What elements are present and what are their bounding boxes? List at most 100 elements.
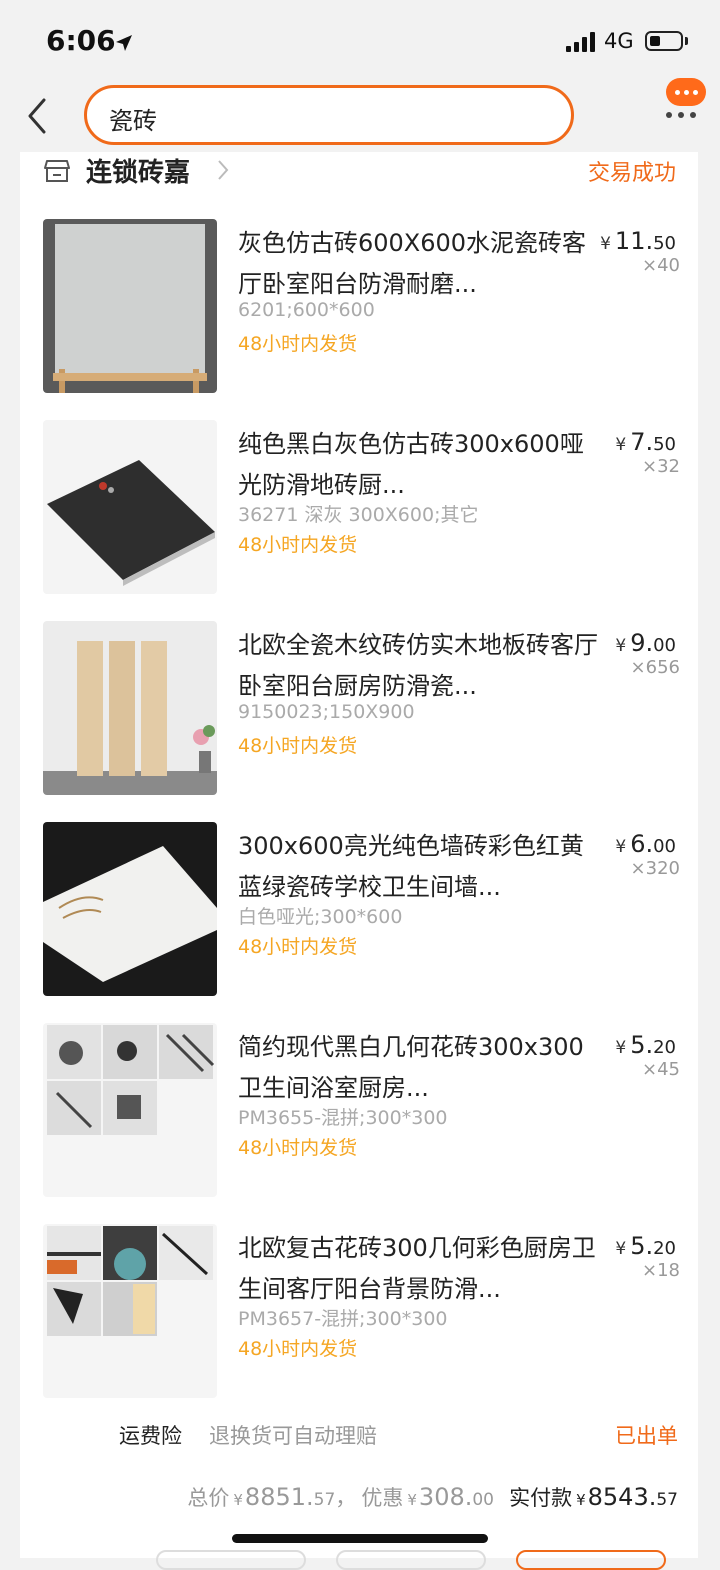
item-price: ¥7.50 xyxy=(615,428,676,456)
currency-symbol: ¥ xyxy=(615,435,627,455)
paid-integer: 8543. xyxy=(587,1483,657,1511)
product-image-geometric-tile[interactable] xyxy=(43,1023,217,1197)
item-quantity: ×40 xyxy=(642,255,680,276)
total-currency: ¥ xyxy=(233,1491,243,1509)
discount-integer: 308. xyxy=(418,1483,473,1511)
product-image-gray-tile[interactable] xyxy=(43,219,217,393)
item-shipping: 48小时内发货 xyxy=(238,1137,358,1159)
insurance-label: 运费险 xyxy=(119,1424,182,1448)
item-title[interactable]: 简约现代黑白几何花砖300x300卫生间浴室厨房... xyxy=(238,1027,598,1109)
price-integer: 9. xyxy=(630,629,654,657)
search-input[interactable]: 瓷砖 xyxy=(84,85,574,145)
message-bubble-icon[interactable] xyxy=(666,78,706,106)
item-price: ¥6.00 xyxy=(615,830,676,858)
product-image-color-pattern-tile[interactable] xyxy=(43,1224,217,1398)
chevron-right-icon xyxy=(218,160,229,180)
item-sku: 9150023;150X900 xyxy=(238,701,415,723)
order-totals: 总价 ¥8851.57， 优惠 ¥308.00 实付款 ¥8543.57 xyxy=(187,1482,678,1512)
item-shipping: 48小时内发货 xyxy=(238,936,358,958)
item-quantity: ×656 xyxy=(630,657,680,678)
item-title[interactable]: 纯色黑白灰色仿古砖300x600哑光防滑地砖厨... xyxy=(238,424,598,506)
discount-currency: ¥ xyxy=(407,1491,417,1509)
status-bar: 6:06 4G xyxy=(0,0,720,80)
total-label: 总价 xyxy=(187,1486,230,1510)
paid-currency: ¥ xyxy=(576,1491,586,1509)
paid-decimal: 57 xyxy=(656,1490,678,1510)
item-shipping: 48小时内发货 xyxy=(238,735,358,757)
item-title[interactable]: 300x600亮光纯色墙砖彩色红黄蓝绿瓷砖学校卫生间墙... xyxy=(238,826,598,908)
status-time: 6:06 xyxy=(46,24,116,57)
price-integer: 6. xyxy=(630,830,654,858)
more-icon[interactable] xyxy=(666,112,698,120)
item-price: ¥9.00 xyxy=(615,629,676,657)
currency-symbol: ¥ xyxy=(615,837,627,857)
shop-icon xyxy=(44,160,70,182)
home-indicator xyxy=(232,1534,488,1543)
order-card: 连锁砖嘉 交易成功 灰色仿古砖600X600水泥瓷砖客厅卧室阳台防滑耐磨... … xyxy=(20,152,698,1558)
price-integer: 5. xyxy=(630,1232,654,1260)
item-quantity: ×320 xyxy=(630,858,680,879)
item-quantity: ×45 xyxy=(642,1059,680,1080)
total-decimal: 57 xyxy=(313,1490,336,1510)
paid-label: 实付款 xyxy=(509,1486,573,1510)
battery-icon xyxy=(645,31,683,51)
price-decimal: 50 xyxy=(653,233,676,254)
item-title[interactable]: 北欧复古花砖300几何彩色厨房卫生间客厅阳台背景防滑... xyxy=(238,1228,598,1310)
price-integer: 5. xyxy=(630,1031,654,1059)
product-image-wood-tile[interactable] xyxy=(43,621,217,795)
currency-symbol: ¥ xyxy=(600,234,611,254)
totals-separator: ， xyxy=(335,1486,357,1510)
product-image-dark-tile[interactable] xyxy=(43,420,217,594)
insurance-desc: 退换货可自动理赔 xyxy=(209,1424,377,1448)
item-price: ¥5.20 xyxy=(615,1031,676,1059)
item-title[interactable]: 灰色仿古砖600X600水泥瓷砖客厅卧室阳台防滑耐磨... xyxy=(238,223,598,305)
discount-label: 优惠 xyxy=(361,1486,404,1510)
currency-symbol: ¥ xyxy=(615,1239,627,1259)
currency-symbol: ¥ xyxy=(615,636,627,656)
price-decimal: 50 xyxy=(653,434,676,455)
item-sku: PM3657-混拼;300*300 xyxy=(238,1308,448,1330)
order-item[interactable]: 灰色仿古砖600X600水泥瓷砖客厅卧室阳台防滑耐磨... 6201;600*6… xyxy=(20,219,698,419)
item-quantity: ×18 xyxy=(642,1260,680,1281)
order-item[interactable]: 北欧复古花砖300几何彩色厨房卫生间客厅阳台背景防滑... PM3657-混拼;… xyxy=(20,1224,698,1424)
item-quantity: ×32 xyxy=(642,456,680,477)
price-integer: 11. xyxy=(614,227,654,255)
search-query: 瓷砖 xyxy=(109,107,157,135)
item-sku: 6201;600*600 xyxy=(238,299,375,321)
item-sku: PM3655-混拼;300*300 xyxy=(238,1107,448,1129)
item-shipping: 48小时内发货 xyxy=(238,534,358,556)
price-decimal: 00 xyxy=(653,635,676,656)
price-decimal: 00 xyxy=(653,836,676,857)
back-chevron-icon[interactable] xyxy=(22,96,52,136)
order-item[interactable]: 纯色黑白灰色仿古砖300x600哑光防滑地砖厨... 36271 深灰 300X… xyxy=(20,420,698,620)
item-price: ¥5.20 xyxy=(615,1232,676,1260)
action-button-primary[interactable] xyxy=(516,1550,666,1570)
currency-symbol: ¥ xyxy=(615,1038,627,1058)
location-arrow-icon xyxy=(116,35,132,51)
item-shipping: 48小时内发货 xyxy=(238,1338,358,1360)
order-item[interactable]: 简约现代黑白几何花砖300x300卫生间浴室厨房... PM3655-混拼;30… xyxy=(20,1023,698,1223)
item-price: ¥11.50 xyxy=(600,227,676,255)
price-decimal: 20 xyxy=(653,1037,676,1058)
discount-decimal: 00 xyxy=(472,1490,494,1510)
item-shipping: 48小时内发货 xyxy=(238,333,358,355)
order-item[interactable]: 300x600亮光纯色墙砖彩色红黄蓝绿瓷砖学校卫生间墙... 白色哑光;300*… xyxy=(20,822,698,1022)
shop-name[interactable]: 连锁砖嘉 xyxy=(86,152,190,189)
network-type: 4G xyxy=(604,29,634,53)
insurance-status: 已出单 xyxy=(615,1424,678,1448)
item-title[interactable]: 北欧全瓷木纹砖仿实木地板砖客厅卧室阳台厨房防滑瓷... xyxy=(238,625,598,707)
battery-tip xyxy=(685,37,688,45)
item-sku: 白色哑光;300*600 xyxy=(238,906,403,928)
action-button[interactable] xyxy=(156,1550,306,1570)
shop-header[interactable]: 连锁砖嘉 交易成功 xyxy=(20,152,698,212)
order-status: 交易成功 xyxy=(587,161,676,186)
item-sku: 36271 深灰 300X600;其它 xyxy=(238,504,479,526)
total-integer: 8851. xyxy=(244,1483,314,1511)
price-decimal: 20 xyxy=(653,1238,676,1259)
signal-icon xyxy=(566,32,596,52)
action-button[interactable] xyxy=(336,1550,486,1570)
product-image-white-tile[interactable] xyxy=(43,822,217,996)
order-item[interactable]: 北欧全瓷木纹砖仿实木地板砖客厅卧室阳台厨房防滑瓷... 9150023;150X… xyxy=(20,621,698,821)
shipping-insurance-row[interactable]: 运费险 退换货可自动理赔 已出单 xyxy=(20,1416,698,1456)
price-integer: 7. xyxy=(630,428,654,456)
